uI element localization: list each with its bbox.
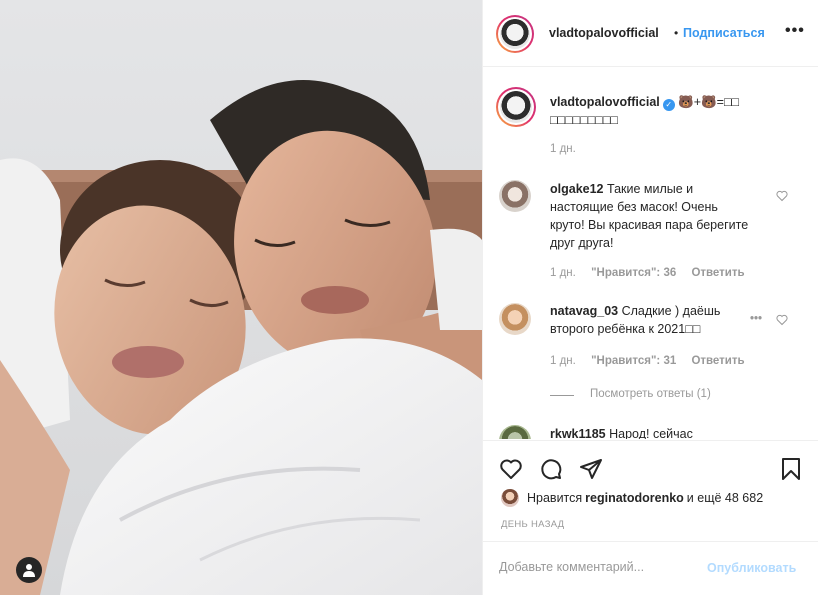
comment-likes[interactable]: "Нравится": 36 bbox=[591, 267, 676, 279]
comment-icon[interactable] bbox=[539, 457, 563, 481]
likes-prefix: Нравится bbox=[527, 491, 583, 505]
comment-time: 1 дн. bbox=[550, 267, 576, 279]
comment-meta: 1 дн. "Нравится": 31 Ответить bbox=[550, 355, 745, 367]
liker-avatar bbox=[501, 489, 519, 507]
comment-avatar[interactable] bbox=[499, 180, 531, 212]
comment-username[interactable]: natavag_03 bbox=[550, 304, 618, 318]
likes-count[interactable]: и ещё 48 682 bbox=[687, 491, 763, 505]
user-tag-button[interactable] bbox=[16, 557, 42, 583]
comment-like-icon[interactable] bbox=[776, 314, 788, 326]
caption-username[interactable]: vladtopalovofficial bbox=[550, 95, 660, 109]
author-username[interactable]: vladtopalovofficial bbox=[549, 26, 659, 40]
author-avatar[interactable] bbox=[496, 15, 534, 53]
add-comment-bar: Опубликовать bbox=[483, 541, 818, 596]
likes-summary[interactable]: Нравится reginatodorenko и ещё 48 682 bbox=[501, 489, 763, 507]
comment-body: natavag_03 Сладкие ) даёшь второго ребён… bbox=[550, 302, 750, 338]
comment-likes[interactable]: "Нравится": 31 bbox=[591, 355, 676, 367]
photo-illustration bbox=[0, 0, 482, 595]
post-header: vladtopalovofficial • Подписаться ••• bbox=[483, 0, 818, 67]
comment-username[interactable]: rkwk1185 bbox=[550, 427, 606, 439]
post-date: ДЕНЬ НАЗАД bbox=[501, 519, 565, 530]
publish-button[interactable]: Опубликовать bbox=[707, 561, 796, 575]
comment-more-icon[interactable]: ••• bbox=[750, 313, 762, 325]
follow-button[interactable]: Подписаться bbox=[683, 26, 765, 40]
comment-body: rkwk1185 Народ! сейчас bbox=[550, 425, 750, 439]
comments-list[interactable]: vladtopalovofficial ✓ 🐻+🐻=□□ □□□□□□□□□ 1 … bbox=[483, 67, 818, 439]
heart-icon[interactable] bbox=[499, 457, 523, 481]
caption-time: 1 дн. bbox=[550, 143, 576, 155]
replies-divider bbox=[550, 395, 574, 396]
comment-body: olgake12 Такие милые и настоящие без мас… bbox=[550, 180, 750, 252]
liker-username[interactable]: reginatodorenko bbox=[585, 491, 684, 505]
comment-text: Народ! сейчас bbox=[609, 427, 693, 439]
verified-icon: ✓ bbox=[662, 99, 675, 111]
comment-time: 1 дн. bbox=[550, 355, 576, 367]
user-tag-icon bbox=[23, 564, 35, 577]
caption-avatar[interactable] bbox=[496, 87, 536, 127]
comment-username[interactable]: olgake12 bbox=[550, 182, 604, 196]
post-photo[interactable] bbox=[0, 0, 482, 595]
post-caption: vladtopalovofficial ✓ 🐻+🐻=□□ □□□□□□□□□ bbox=[550, 93, 790, 129]
comment-input[interactable] bbox=[499, 560, 689, 574]
separator-dot: • bbox=[674, 26, 679, 40]
view-replies-button[interactable]: Посмотреть ответы (1) bbox=[590, 388, 711, 400]
comment-meta: 1 дн. "Нравится": 36 Ответить bbox=[550, 267, 745, 279]
more-icon[interactable]: ••• bbox=[785, 22, 805, 40]
comment-like-icon[interactable] bbox=[776, 190, 788, 202]
bookmark-icon[interactable] bbox=[779, 457, 803, 481]
comment-avatar[interactable] bbox=[499, 425, 531, 439]
post-actions: Нравится reginatodorenko и ещё 48 682 ДЕ… bbox=[483, 440, 818, 541]
comment-avatar[interactable] bbox=[499, 303, 531, 335]
post-details-panel: vladtopalovofficial • Подписаться ••• vl… bbox=[482, 0, 818, 595]
share-icon[interactable] bbox=[579, 457, 603, 481]
reply-button[interactable]: Ответить bbox=[691, 267, 744, 279]
reply-button[interactable]: Ответить bbox=[691, 355, 744, 367]
